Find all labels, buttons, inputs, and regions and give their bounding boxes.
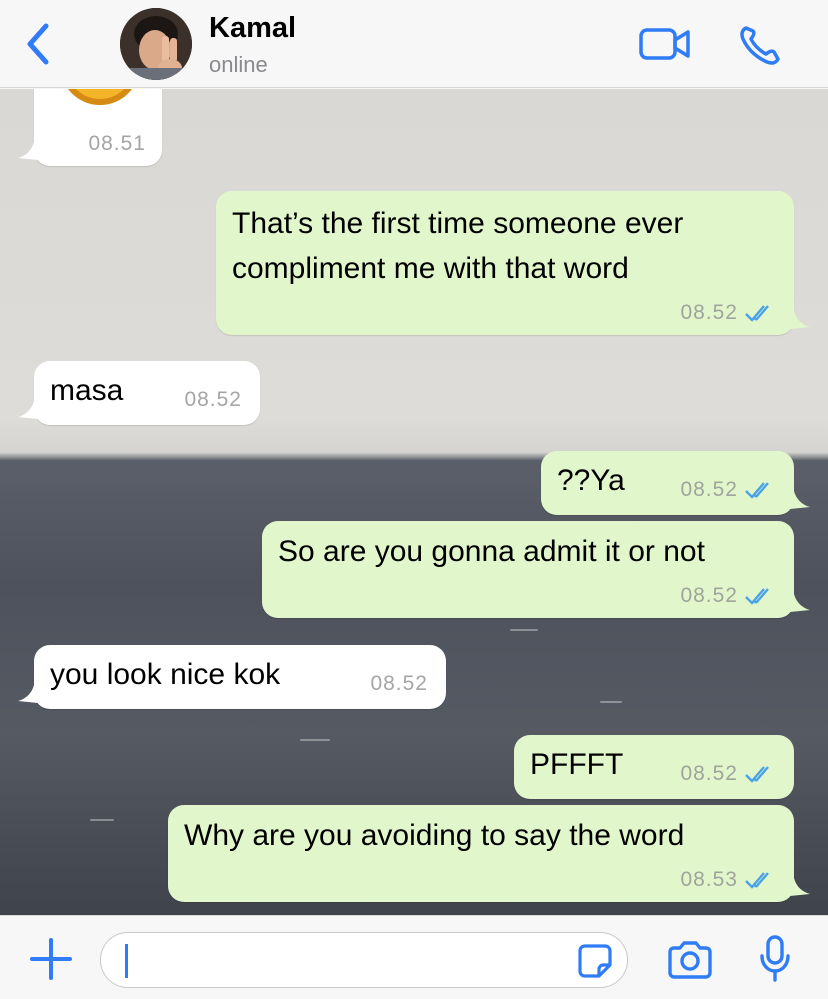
message-time: 08.52: [370, 672, 428, 695]
message-outgoing[interactable]: That’s the first time someone ever compl…: [216, 191, 810, 335]
plus-icon: [30, 938, 72, 980]
double-check-icon: [745, 305, 769, 322]
message-text: masa: [50, 374, 124, 407]
avatar[interactable]: [120, 8, 192, 80]
message-outgoing[interactable]: ??Ya 08.52: [541, 451, 810, 515]
message-text: PFFFT: [530, 748, 624, 781]
message-meta: 08.52: [680, 762, 776, 786]
message-time: 08.52: [680, 301, 738, 324]
message-incoming[interactable]: masa 08.52: [18, 361, 260, 425]
camera-button[interactable]: [666, 940, 714, 980]
message-text: That’s the first time someone ever: [232, 207, 684, 240]
message-meta: 08.53: [680, 868, 776, 892]
sticker-icon: [578, 944, 612, 978]
attach-button[interactable]: [28, 936, 74, 982]
message-incoming-sticker[interactable]: 08.51: [18, 89, 162, 166]
sticker-button[interactable]: [577, 943, 613, 979]
message-time: 08.52: [680, 584, 738, 607]
message-input[interactable]: [100, 932, 628, 988]
message-incoming[interactable]: you look nice kok 08.52: [18, 645, 446, 709]
message-meta: 08.52: [680, 301, 776, 325]
message-outgoing[interactable]: So are you gonna admit it or not 08.52: [262, 521, 810, 618]
message-time: 08.53: [680, 868, 738, 891]
double-check-icon: [745, 872, 769, 889]
message-time: 08.52: [184, 388, 242, 411]
message-text: you look nice kok: [50, 658, 281, 691]
double-check-icon: [745, 766, 769, 783]
text-caret: [125, 944, 128, 978]
microphone-button[interactable]: [758, 934, 792, 984]
message-meta: 08.52: [184, 388, 242, 412]
message-meta: 08.52: [680, 478, 776, 502]
double-check-icon: [745, 588, 769, 605]
chat-header: Kamal online: [0, 0, 828, 88]
message-text: So are you gonna admit it or not: [278, 535, 705, 568]
camera-icon: [668, 941, 712, 979]
microphone-icon: [760, 935, 790, 982]
contact-status: online: [209, 52, 268, 77]
composer-bar: [0, 915, 828, 999]
message-text: Why are you avoiding to say the word: [184, 819, 685, 852]
video-camera-icon: [639, 28, 690, 60]
double-check-icon: [745, 482, 769, 499]
message-time: 08.52: [680, 478, 738, 501]
message-text: ??Ya: [557, 464, 625, 497]
message-outgoing[interactable]: Why are you avoiding to say the word 08.…: [168, 805, 810, 902]
video-call-button[interactable]: [638, 24, 692, 64]
emoji-sticker: [60, 89, 140, 105]
contact-name[interactable]: Kamal: [209, 12, 296, 45]
message-outgoing[interactable]: PFFFT 08.52: [514, 735, 794, 799]
chevron-left-icon: [27, 23, 49, 65]
message-time: 08.51: [88, 132, 146, 155]
back-button[interactable]: [24, 22, 54, 66]
message-meta: 08.51: [88, 132, 146, 156]
message-text: compliment me with that word: [232, 252, 629, 285]
message-meta: 08.52: [370, 672, 428, 696]
phone-icon: [740, 26, 780, 65]
message-time: 08.52: [680, 762, 738, 785]
message-list[interactable]: 08.51 That’s the first time someone ever…: [0, 89, 828, 915]
message-meta: 08.52: [680, 584, 776, 608]
voice-call-button[interactable]: [738, 24, 782, 66]
